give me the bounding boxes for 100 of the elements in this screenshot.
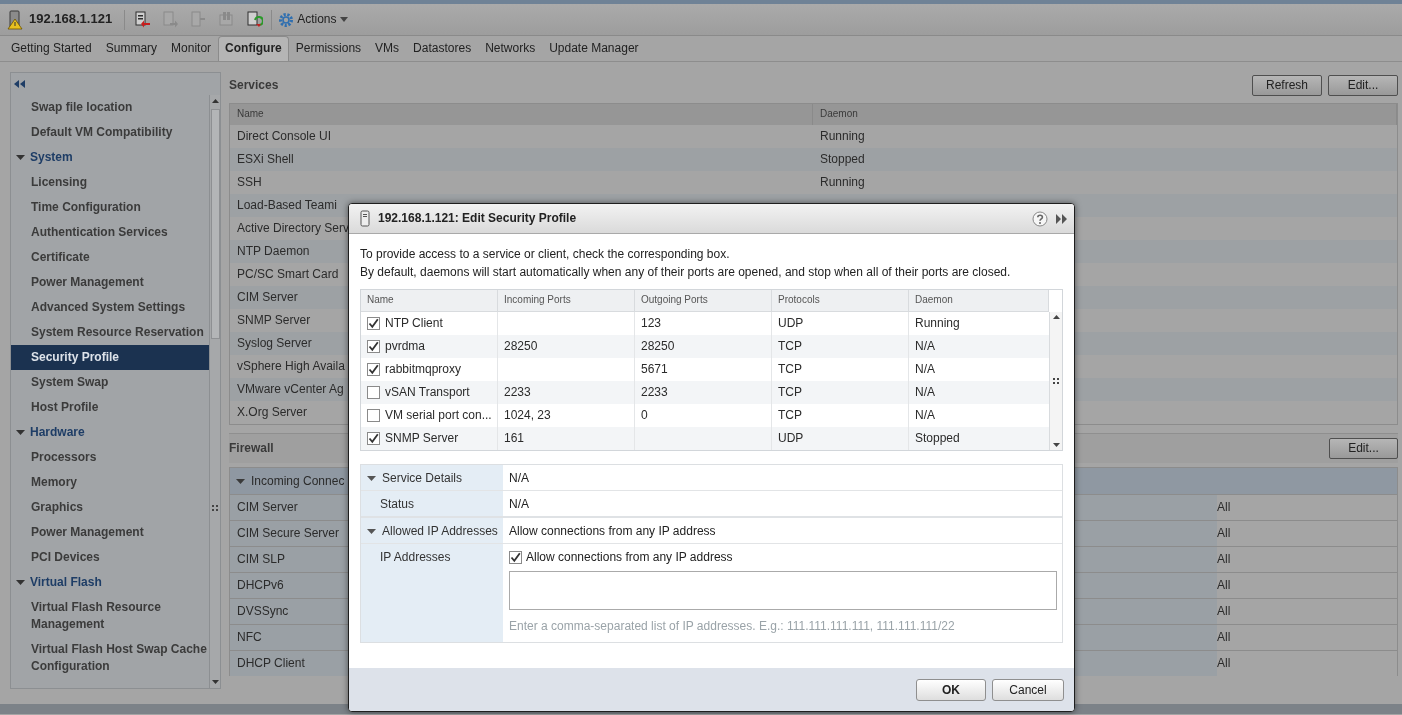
table-cell: Stopped — [915, 431, 960, 446]
sidebar-item[interactable]: Power Management — [11, 520, 209, 545]
sidebar-item[interactable]: Memory — [11, 470, 209, 495]
description-text: To provide access to a service or client, check the corresponding box. — [360, 246, 731, 263]
table-cell: 28250 — [504, 339, 538, 354]
scroll-down-icon[interactable] — [1051, 440, 1061, 450]
actions-menu[interactable]: Actions — [278, 11, 348, 28]
checkbox[interactable] — [367, 340, 380, 353]
button[interactable]: Refresh — [1252, 74, 1322, 96]
tab[interactable]: Datastores — [406, 36, 479, 61]
tab[interactable]: Permissions — [288, 36, 369, 61]
sidebar-item[interactable]: Power Management — [11, 270, 209, 295]
table-cell: vSAN Transport — [385, 385, 470, 400]
button[interactable]: Cancel — [992, 678, 1064, 701]
tab[interactable]: Configure — [218, 36, 289, 61]
sidebar-item[interactable]: Default VM Compatibility — [11, 120, 209, 145]
sidebar-item[interactable]: System Resource Reservation — [11, 320, 209, 345]
tab[interactable]: Getting Started — [4, 36, 99, 61]
table-cell: N/A — [915, 362, 935, 377]
collapse-icon[interactable] — [14, 80, 26, 88]
collapse-caret-icon[interactable] — [16, 578, 25, 587]
collapse-caret-icon[interactable] — [236, 476, 245, 486]
help-icon[interactable] — [1032, 210, 1048, 227]
column-header[interactable]: Daemon — [813, 104, 1397, 125]
button[interactable]: OK — [916, 678, 986, 701]
checkbox[interactable] — [509, 551, 522, 564]
table-cell-text: All — [1217, 526, 1232, 541]
table-cell: PC/SC Smart Card — [237, 267, 339, 282]
checkbox[interactable] — [367, 409, 380, 422]
field-value: N/A — [509, 471, 529, 485]
scrollbar[interactable] — [209, 95, 220, 688]
checkbox[interactable] — [367, 432, 380, 445]
tab[interactable]: Summary — [98, 36, 165, 61]
tab[interactable]: Update Manager — [542, 36, 646, 61]
table-cell: N/A — [915, 408, 935, 423]
sidebar-item[interactable]: Authentication Services — [11, 220, 209, 245]
checkbox[interactable] — [367, 317, 380, 330]
tab[interactable]: Monitor — [164, 36, 219, 61]
sidebar-item[interactable]: Time Configuration — [11, 195, 209, 220]
table-cell: ESXi Shell — [237, 152, 294, 167]
table-cell: Load-Based Teami — [237, 198, 337, 213]
table-cell: 1024, 23 — [504, 408, 551, 423]
column-header[interactable]: Incoming Ports — [498, 290, 635, 311]
table-cell: UDP — [778, 316, 804, 331]
sidebar-item[interactable]: Security Profile — [11, 345, 209, 370]
sidebar-item[interactable]: System Swap — [11, 370, 209, 395]
grip-icon[interactable] — [1053, 378, 1059, 384]
table-cell: VMware vCenter Ag — [237, 382, 344, 397]
sidebar-item[interactable]: Processors — [11, 445, 209, 470]
tab[interactable]: Networks — [478, 36, 543, 61]
checkbox[interactable] — [367, 363, 380, 376]
section-title: Services — [229, 77, 279, 93]
sidebar-item[interactable]: Advanced System Settings — [11, 295, 209, 320]
column-header[interactable]: Name — [230, 104, 813, 125]
sidebar-item[interactable]: Swap file location — [11, 95, 209, 120]
table-cell: SNMP Server — [237, 313, 311, 328]
table-cell: Direct Console UI — [237, 129, 332, 144]
column-header[interactable]: Protocols — [772, 290, 909, 311]
column-header[interactable]: Name — [361, 290, 498, 311]
sidebar-item[interactable]: Licensing — [11, 170, 209, 195]
table-cell: SSH — [237, 175, 262, 190]
column-header[interactable]: Outgoing Ports — [635, 290, 772, 311]
scroll-thumb[interactable] — [210, 109, 220, 339]
table-cell: Stopped — [820, 152, 865, 167]
sidebar-item[interactable]: Virtual Flash Resource Management — [11, 595, 209, 637]
sidebar-group[interactable]: Hardware — [11, 420, 209, 445]
settings-icon — [278, 11, 295, 28]
sidebar-item[interactable]: Graphics — [11, 495, 209, 520]
server-arrow-icon[interactable] — [133, 11, 151, 28]
table-cell: 2233 — [504, 385, 531, 400]
grip-icon[interactable] — [212, 504, 218, 511]
caret-icon — [339, 17, 348, 22]
table-cell: TCP — [778, 339, 802, 354]
sidebar-item[interactable]: Host Profile — [11, 395, 209, 420]
checkbox[interactable] — [367, 386, 380, 399]
collapse-caret-icon[interactable] — [16, 428, 25, 437]
host-warning-icon — [7, 9, 23, 30]
collapse-caret-icon[interactable] — [367, 527, 376, 536]
button[interactable]: Edit... — [1329, 438, 1398, 459]
sidebar-item[interactable]: PCI Devices — [11, 545, 209, 570]
table-cell: Running — [820, 129, 865, 144]
server-icon — [360, 210, 370, 227]
sidebar-item[interactable]: Virtual Flash Host Swap Cache Configuration — [11, 637, 209, 679]
tab[interactable]: VMs — [368, 36, 407, 61]
server-refresh-icon[interactable] — [245, 11, 263, 28]
sidebar-item[interactable]: Certificate — [11, 245, 209, 270]
table-cell: X.Org Server — [237, 405, 308, 420]
ip-address-input[interactable] — [509, 571, 1057, 610]
button[interactable]: Edit... — [1328, 74, 1398, 96]
sidebar-group[interactable]: Virtual Flash — [11, 570, 209, 595]
table-cell-text: All — [1217, 552, 1232, 567]
collapse-caret-icon[interactable] — [16, 153, 25, 162]
scroll-up-icon[interactable] — [1051, 312, 1061, 322]
column-header[interactable]: Daemon — [909, 290, 1049, 311]
table-cell: CIM Server — [237, 290, 298, 305]
sidebar-group[interactable]: System — [11, 145, 209, 170]
table-cell-text: All — [1217, 630, 1232, 645]
section-title: Firewall — [229, 441, 274, 456]
double-arrow-icon[interactable] — [1056, 213, 1068, 224]
collapse-caret-icon[interactable] — [367, 474, 376, 483]
